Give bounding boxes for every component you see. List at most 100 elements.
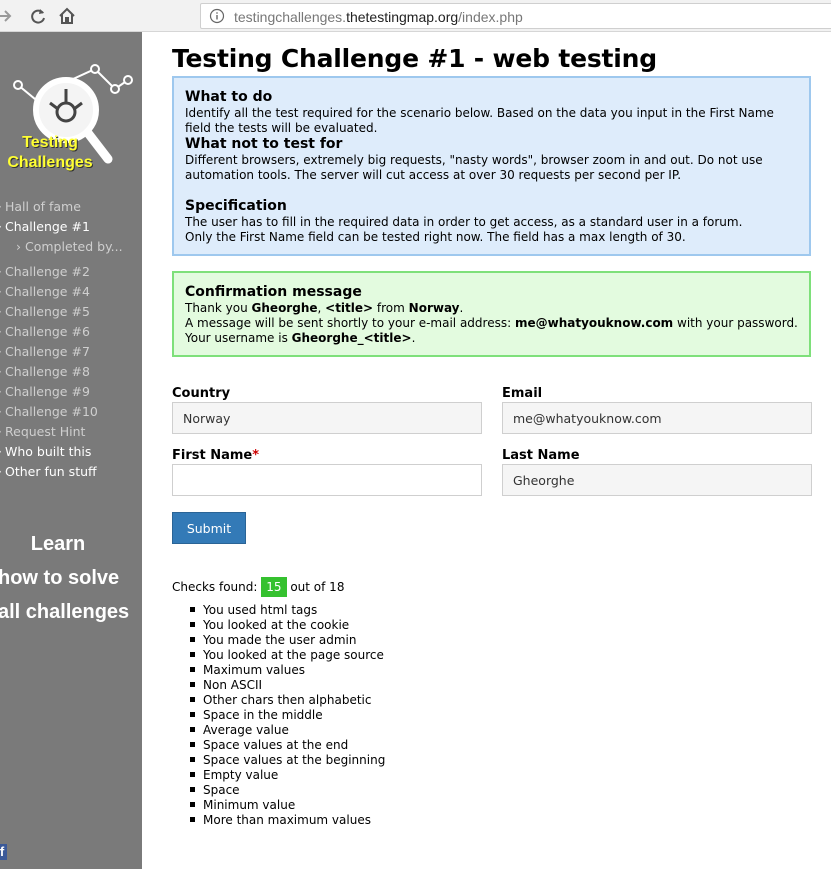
- nav-label: Challenge #6: [5, 324, 90, 339]
- browser-toolbar: testingchallenges.thetestingmap.org/inde…: [0, 0, 831, 32]
- list-item: Space values at the end: [190, 738, 385, 753]
- logo-line-challenges: Challenges: [7, 154, 93, 171]
- last-name-label: Last Name: [502, 448, 580, 463]
- info-box: What to do Identify all the test require…: [172, 76, 811, 256]
- info-icon[interactable]: [209, 8, 225, 24]
- logo-line-testing: Testing: [22, 134, 78, 151]
- text: ,: [317, 301, 326, 315]
- nav-label: Other fun stuff: [5, 464, 97, 479]
- list-item: More than maximum values: [190, 813, 385, 828]
- text: .: [411, 331, 416, 345]
- nav-challenge-2[interactable]: ·Challenge #2: [0, 262, 142, 282]
- checks-found: Checks found: 15 out of 18: [172, 577, 344, 597]
- nav-who-built-this[interactable]: ·Who built this: [0, 442, 142, 462]
- list-item: Maximum values: [190, 663, 385, 678]
- email-label: Email: [502, 386, 543, 401]
- nav-other-fun-stuff[interactable]: ·Other fun stuff: [0, 462, 142, 482]
- confirmation-line-1: Thank you Gheorghe, <title> from Norway.: [185, 301, 798, 316]
- text: Your username is: [185, 331, 292, 345]
- confirmation-heading: Confirmation message: [185, 284, 362, 300]
- checks-count-badge: 15: [261, 577, 287, 597]
- learn-line: all challenges: [0, 601, 130, 623]
- list-item: Average value: [190, 723, 385, 738]
- confirm-title-tag: <title>: [325, 301, 374, 315]
- first-name-field[interactable]: [172, 464, 482, 496]
- page-title: Testing Challenge #1 - web testing: [172, 44, 657, 73]
- confirmation-box: Confirmation message Thank you Gheorghe,…: [172, 271, 811, 357]
- list-item: You looked at the page source: [190, 648, 385, 663]
- text: Thank you: [185, 301, 252, 315]
- list-item: Other chars then alphabetic: [190, 693, 385, 708]
- specification-line: Only the First Name field can be tested …: [185, 230, 686, 244]
- chevron-right-icon: ›: [16, 239, 25, 254]
- confirm-name: Gheorghe: [251, 301, 318, 315]
- specification-line: The user has to fill in the required dat…: [185, 215, 743, 229]
- checks-list: You used html tags You looked at the coo…: [190, 603, 385, 828]
- list-item: Space: [190, 783, 385, 798]
- text: .: [459, 301, 464, 315]
- text: A message will be sent shortly to your e…: [185, 316, 515, 330]
- nav-completed-by[interactable]: › Completed by...: [0, 237, 142, 257]
- what-not-to-test-heading: What not to test for: [185, 136, 343, 152]
- sidebar-nav: ·Hall of fame ·Challenge #1 › Completed …: [0, 197, 142, 482]
- address-bar[interactable]: testingchallenges.thetestingmap.org/inde…: [200, 3, 831, 29]
- nav-label: Challenge #4: [5, 284, 90, 299]
- nav-label: Challenge #7: [5, 344, 90, 359]
- facebook-icon[interactable]: f: [0, 844, 7, 860]
- url-path: /index.php: [458, 9, 523, 25]
- list-item: Space in the middle: [190, 708, 385, 723]
- confirm-username: Gheorghe_<title>: [291, 331, 412, 345]
- nav-challenge-1[interactable]: ·Challenge #1: [0, 217, 142, 237]
- nav-label: Challenge #1: [5, 219, 90, 234]
- url-host: thetestingmap.org: [346, 9, 459, 25]
- text: with your password.: [673, 316, 798, 330]
- nav-request-hint[interactable]: ·Request Hint: [0, 422, 142, 442]
- first-name-label: First Name*: [172, 448, 259, 463]
- text: from: [373, 301, 409, 315]
- confirmation-line-3: Your username is Gheorghe_<title>.: [185, 331, 798, 346]
- what-to-do-text: Identify all the test required for the s…: [185, 106, 774, 135]
- logo-text: Testing Challenges: [0, 133, 100, 173]
- nav-challenge-8[interactable]: ·Challenge #8: [0, 362, 142, 382]
- submit-button[interactable]: Submit: [172, 512, 246, 544]
- email-field[interactable]: [502, 402, 812, 434]
- nav-challenge-7[interactable]: ·Challenge #7: [0, 342, 142, 362]
- nav-challenge-9[interactable]: ·Challenge #9: [0, 382, 142, 402]
- nav-label: Who built this: [5, 444, 92, 459]
- nav-hall-of-fame[interactable]: ·Hall of fame: [0, 197, 142, 217]
- nav-label: Challenge #2: [5, 264, 90, 279]
- nav-label: Request Hint: [5, 424, 86, 439]
- checks-suffix: out of 18: [286, 580, 345, 594]
- reload-icon[interactable]: [28, 6, 48, 26]
- confirm-country: Norway: [408, 301, 460, 315]
- last-name-field[interactable]: [502, 464, 812, 496]
- learn-line: Learn: [30, 533, 86, 555]
- nav-challenge-6[interactable]: ·Challenge #6: [0, 322, 142, 342]
- learn-line: how to solve: [0, 567, 120, 589]
- home-icon[interactable]: [57, 6, 77, 26]
- nav-label: Completed by...: [24, 239, 123, 254]
- nav-challenge-5[interactable]: ·Challenge #5: [0, 302, 142, 322]
- sidebar: Testing Challenges ·Hall of fame ·Challe…: [0, 32, 142, 869]
- nav-label: Challenge #8: [5, 364, 90, 379]
- list-item: You used html tags: [190, 603, 385, 618]
- what-to-do-heading: What to do: [185, 89, 273, 105]
- confirm-email: me@whatyouknow.com: [514, 316, 674, 330]
- what-not-to-test-text: Different browsers, extremely big reques…: [185, 153, 763, 182]
- list-item: You made the user admin: [190, 633, 385, 648]
- learn-how-to-solve-link[interactable]: Learn how to solve all challenges: [0, 527, 130, 629]
- nav-label: Challenge #9: [5, 384, 90, 399]
- nav-challenge-10[interactable]: ·Challenge #10: [0, 402, 142, 422]
- required-mark: *: [252, 448, 260, 463]
- confirmation-line-2: A message will be sent shortly to your e…: [185, 316, 798, 331]
- list-item: Empty value: [190, 768, 385, 783]
- list-item: Space values at the beginning: [190, 753, 385, 768]
- country-label: Country: [172, 386, 231, 401]
- label-text: First Name: [172, 448, 253, 463]
- url-text: testingchallenges.thetestingmap.org/inde…: [234, 9, 523, 25]
- back-arrow-icon[interactable]: [0, 6, 14, 26]
- list-item: You looked at the cookie: [190, 618, 385, 633]
- list-item: Minimum value: [190, 798, 385, 813]
- nav-challenge-4[interactable]: ·Challenge #4: [0, 282, 142, 302]
- country-field[interactable]: [172, 402, 482, 434]
